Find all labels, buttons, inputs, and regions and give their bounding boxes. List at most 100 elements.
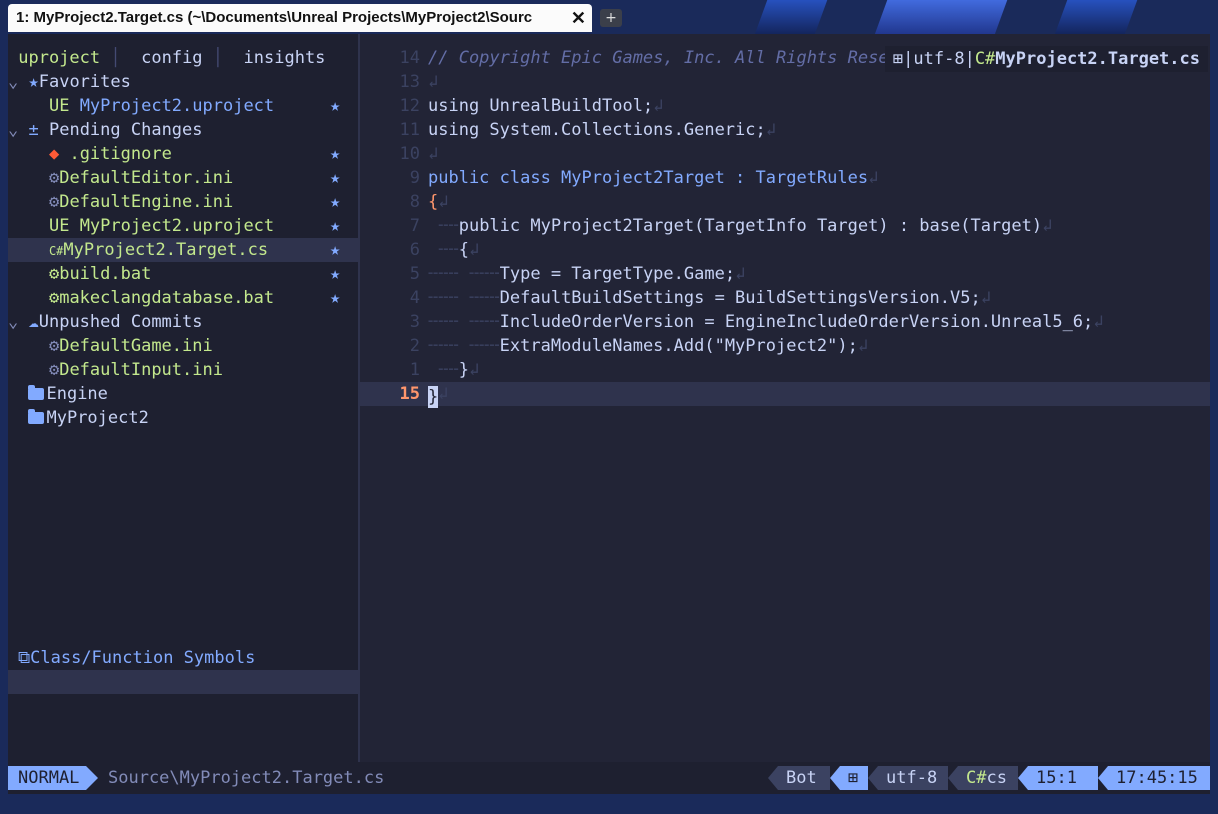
gear-icon: ⚙ (48, 360, 60, 380)
mode-indicator: NORMAL (8, 766, 86, 790)
close-icon[interactable]: ✕ (571, 4, 586, 32)
code-line: ↲ (428, 72, 439, 92)
tree-item-label: DefaultEditor.ini (59, 168, 234, 188)
tree-item[interactable]: ⚙build.bat ★ (8, 262, 358, 286)
tree-item-label: makeclangdatabase.bat (59, 288, 275, 308)
star-icon: ★ (330, 96, 341, 116)
pending-changes-group[interactable]: ⌄ ± Pending Changes (8, 118, 358, 142)
file-path: Source\MyProject2.Target.cs (108, 768, 385, 788)
tree-item-label: .gitignore (69, 144, 172, 164)
tree-item-label: MyProject2.Target.cs (63, 240, 269, 260)
cursor-position: 15:1 (1028, 766, 1098, 790)
tree-item-label: DefaultEngine.ini (59, 192, 234, 212)
tree-item[interactable]: ⚙DefaultEngine.ini ★ (8, 190, 358, 214)
gear-icon: ⚙ (48, 336, 60, 356)
cloud-upload-icon: ☁ (28, 312, 39, 332)
symbols-panel-title[interactable]: ⧉Class/Function Symbols (18, 646, 255, 670)
chevron-down-icon: ⌄ (8, 312, 29, 332)
tab-insights[interactable]: insights (244, 48, 326, 68)
star-icon: ★ (330, 168, 341, 188)
windows-icon: ⊞ (892, 49, 904, 69)
tree-item[interactable]: UE MyProject2.uproject ★ (8, 214, 358, 238)
pending-label: Pending Changes (48, 120, 203, 140)
star-icon: ★ (330, 144, 341, 164)
separator (948, 766, 958, 790)
tree-item[interactable]: ⚙DefaultInput.ini (8, 358, 358, 382)
csharp-icon: C# (48, 244, 64, 258)
line-number: 12 (399, 96, 420, 116)
code-line: ╌╌public MyProject2Target(TargetInfo Tar… (428, 216, 1053, 236)
new-tab-button[interactable]: + (600, 9, 622, 27)
code-line: // Copyright Epic Games, Inc. All Rights… (428, 48, 889, 68)
tab-uproject[interactable]: uproject (18, 48, 100, 68)
ue-icon: UE (48, 216, 70, 236)
folder-myproject2[interactable]: MyProject2 (8, 406, 358, 430)
code-line-current: }↲ (428, 384, 449, 408)
favorites-label: Favorites (38, 72, 131, 92)
tree-item[interactable]: ⚙DefaultGame.ini (8, 334, 358, 358)
tree-item[interactable]: ⚙DefaultEditor.ini ★ (8, 166, 358, 190)
tree-item[interactable]: ⚙makeclangdatabase.bat ★ (8, 286, 358, 310)
current-line-highlight (360, 382, 1210, 406)
line-number: 4 (409, 288, 420, 308)
code-line: ↲ (428, 144, 439, 164)
gear-icon: ⚙ (48, 192, 60, 212)
tab-config[interactable]: config (141, 48, 202, 68)
star-icon: ★ (330, 240, 341, 260)
code-line: {↲ (428, 192, 449, 212)
folder-label: Engine (46, 384, 108, 404)
code-line: using System.Collections.Generic;↲ (428, 120, 777, 140)
separator (830, 766, 840, 790)
clock: 17:45:15 (1108, 766, 1210, 790)
mode-separator (86, 766, 98, 790)
plus-minus-icon: ± (28, 120, 39, 140)
windows-icon: ⊞ (840, 766, 868, 790)
symbols-panel: ⧉Class/Function Symbols (8, 646, 358, 694)
tree-item[interactable]: ◆ .gitignore ★ (8, 142, 358, 166)
line-number: 1 (409, 360, 420, 380)
symbols-panel-body (8, 670, 358, 694)
code-line: ╌╌}↲ (428, 360, 480, 380)
tab-title: 1: MyProject2.Target.cs (~\Documents\Unr… (16, 9, 533, 26)
chevron-down-icon: ⌄ (8, 72, 29, 92)
folder-engine[interactable]: Engine (8, 382, 358, 406)
ue-icon: UE (48, 96, 70, 116)
unpushed-label: Unpushed Commits (38, 312, 203, 332)
git-icon: ◆ (48, 144, 60, 164)
star-icon: ★ (330, 216, 341, 236)
tab-bar: 1: MyProject2.Target.cs (~\Documents\Unr… (0, 0, 1218, 34)
file-explorer-sidebar: uproject │ config │ insights ⌄ ★Favorite… (8, 34, 358, 762)
line-number: 7 (409, 216, 420, 236)
favorites-group[interactable]: ⌄ ★Favorites (8, 70, 358, 94)
status-line: NORMAL Source\MyProject2.Target.cs Bot ⊞… (8, 766, 1210, 790)
encoding: utf-8 (878, 766, 948, 790)
csharp-icon: C# (974, 49, 996, 69)
code-editor[interactable]: 14 // Copyright Epic Games, Inc. All Rig… (360, 34, 1210, 762)
terminal-window: uproject │ config │ insights ⌄ ★Favorite… (8, 34, 1210, 794)
separator (1098, 766, 1108, 790)
tree-item-label: DefaultGame.ini (59, 336, 213, 356)
code-line: ╌╌{↲ (428, 240, 480, 260)
code-line: ╌╌╌ ╌╌╌DefaultBuildSettings = BuildSetti… (428, 288, 991, 308)
code-line: using UnrealBuildTool;↲ (428, 96, 664, 116)
line-number: 11 (399, 120, 420, 140)
gear-icon: ⚙ (48, 168, 60, 188)
csharp-icon: C# (966, 768, 987, 788)
line-number: 14 (399, 48, 420, 68)
gear-icon: ⚙ (48, 264, 60, 284)
line-number: 13 (399, 72, 420, 92)
star-icon: ★ (330, 288, 341, 308)
folder-icon (28, 409, 45, 424)
unpushed-commits-group[interactable]: ⌄ ☁Unpushed Commits (8, 310, 358, 334)
line-number: 8 (409, 192, 420, 212)
terminal-tab[interactable]: 1: MyProject2.Target.cs (~\Documents\Unr… (8, 4, 592, 32)
star-icon: ★ (28, 72, 39, 92)
text-cursor: } (428, 386, 439, 408)
separator (1018, 766, 1028, 790)
tree-item-selected[interactable]: C#MyProject2.Target.cs ★ (8, 238, 358, 262)
gear-icon: ⚙ (48, 288, 60, 308)
folder-label: MyProject2 (46, 408, 149, 428)
winbar-filename: MyProject2.Target.cs (995, 49, 1200, 69)
tree-item[interactable]: UE MyProject2.uproject ★ (8, 94, 358, 118)
code-line: ╌╌╌ ╌╌╌IncludeOrderVersion = EngineInclu… (428, 312, 1104, 332)
